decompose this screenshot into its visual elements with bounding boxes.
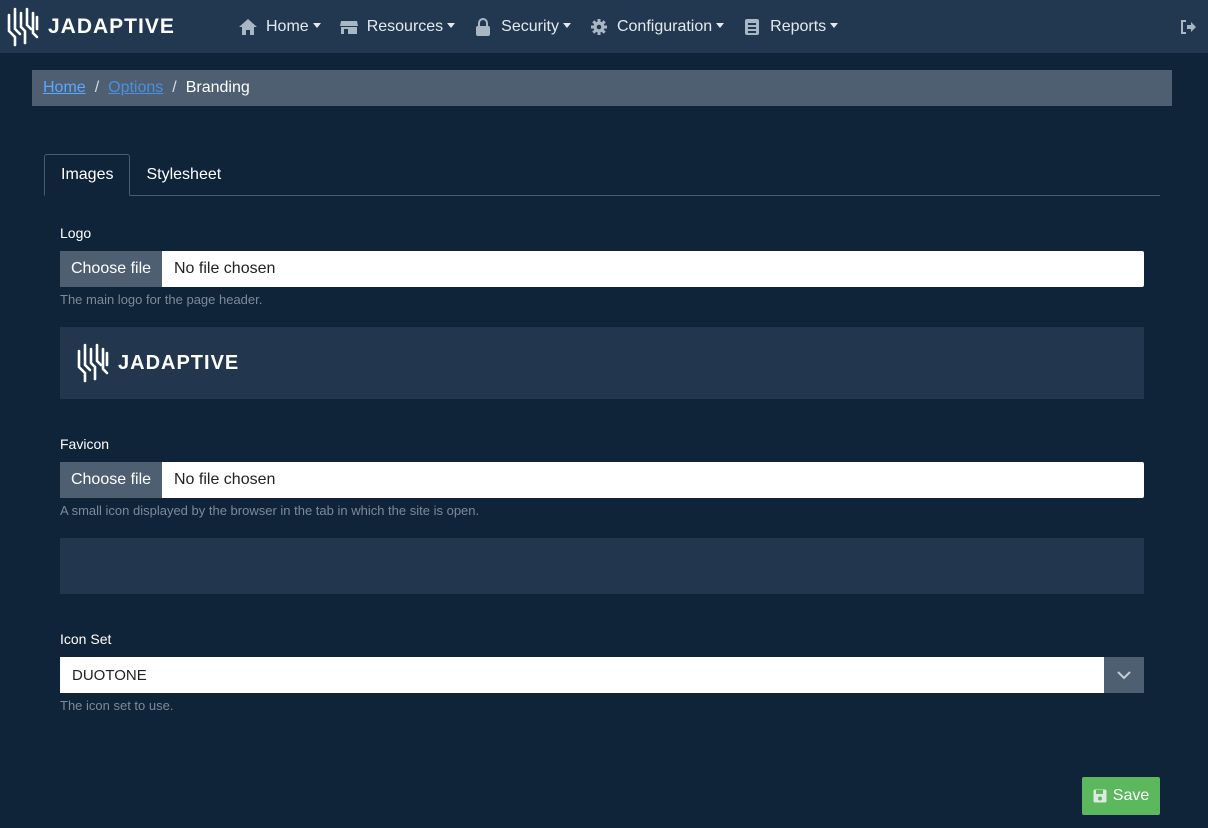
logo-file-name: No file chosen xyxy=(174,260,276,277)
logo-choose-file-button[interactable]: Choose file xyxy=(60,251,162,287)
tab-images[interactable]: Images xyxy=(44,154,131,196)
icon-set-label: Icon Set xyxy=(60,631,112,647)
icon-set-value: DUOTONE xyxy=(72,666,147,684)
icon-set-select[interactable]: DUOTONE xyxy=(60,657,1144,693)
nav-reports[interactable]: Reports xyxy=(742,17,839,37)
jadaptive-logo-icon xyxy=(77,343,109,383)
lock-icon xyxy=(473,17,493,37)
report-icon xyxy=(742,17,762,37)
save-button[interactable]: Save xyxy=(1082,777,1160,815)
main-nav: Home Resources Security Configuration Re… xyxy=(238,0,856,53)
logo-help-text: The main logo for the page header. xyxy=(60,292,263,307)
tab-stylesheet[interactable]: Stylesheet xyxy=(130,154,237,196)
breadcrumb-separator: / xyxy=(172,79,177,96)
breadcrumb-separator: / xyxy=(94,79,100,96)
favicon-label: Favicon xyxy=(60,436,110,452)
nav-resources[interactable]: Resources xyxy=(339,17,456,37)
nav-home-label: Home xyxy=(266,17,309,35)
chevron-down-icon xyxy=(447,23,456,28)
favicon-choose-file-button[interactable]: Choose file xyxy=(60,462,162,498)
save-button-label: Save xyxy=(1112,787,1150,804)
logo-preview: JADAPTIVE xyxy=(60,327,1144,399)
jadaptive-logo-icon xyxy=(7,7,39,47)
nav-configuration-label: Configuration xyxy=(616,17,713,35)
chevron-down-icon xyxy=(830,23,839,28)
chevron-down-icon xyxy=(562,23,571,28)
favicon-file-name: No file chosen xyxy=(174,471,276,488)
brand-logo[interactable]: JADAPTIVE xyxy=(6,7,175,47)
nav-security[interactable]: Security xyxy=(473,17,571,37)
breadcrumb: Home / Options / Branding xyxy=(32,70,1172,106)
home-icon xyxy=(238,17,258,37)
icon-set-dropdown-toggle[interactable] xyxy=(1104,657,1144,693)
chevron-down-icon xyxy=(1117,670,1131,679)
sign-out-icon[interactable] xyxy=(1179,18,1197,36)
breadcrumb-home-link[interactable]: Home xyxy=(43,79,86,97)
logo-file-input[interactable]: Choose file No file chosen xyxy=(60,251,1144,287)
chevron-down-icon xyxy=(716,23,725,28)
chevron-down-icon xyxy=(312,23,321,28)
logo-label: Logo xyxy=(60,225,92,241)
nav-resources-label: Resources xyxy=(366,17,444,35)
logo-preview-image: JADAPTIVE xyxy=(76,343,239,383)
top-navbar: JADAPTIVE Home Resources Security Config… xyxy=(0,0,1208,53)
brand-name: JADAPTIVE xyxy=(48,15,175,38)
nav-home[interactable]: Home xyxy=(238,17,321,37)
logo-preview-text: JADAPTIVE xyxy=(118,351,240,374)
icon-set-help-text: The icon set to use. xyxy=(60,698,174,713)
gear-icon xyxy=(589,17,609,37)
favicon-preview xyxy=(60,538,1144,594)
favicon-help-text: A small icon displayed by the browser in… xyxy=(60,503,480,518)
nav-security-label: Security xyxy=(501,17,559,35)
nav-configuration[interactable]: Configuration xyxy=(589,17,725,37)
breadcrumb-current: Branding xyxy=(185,79,250,96)
nav-reports-label: Reports xyxy=(770,17,827,35)
breadcrumb-options-link[interactable]: Options xyxy=(108,79,163,97)
save-icon xyxy=(1093,789,1107,803)
favicon-file-input[interactable]: Choose file No file chosen xyxy=(60,462,1144,498)
tab-bar: Images Stylesheet xyxy=(44,154,1160,196)
store-icon xyxy=(339,17,359,37)
